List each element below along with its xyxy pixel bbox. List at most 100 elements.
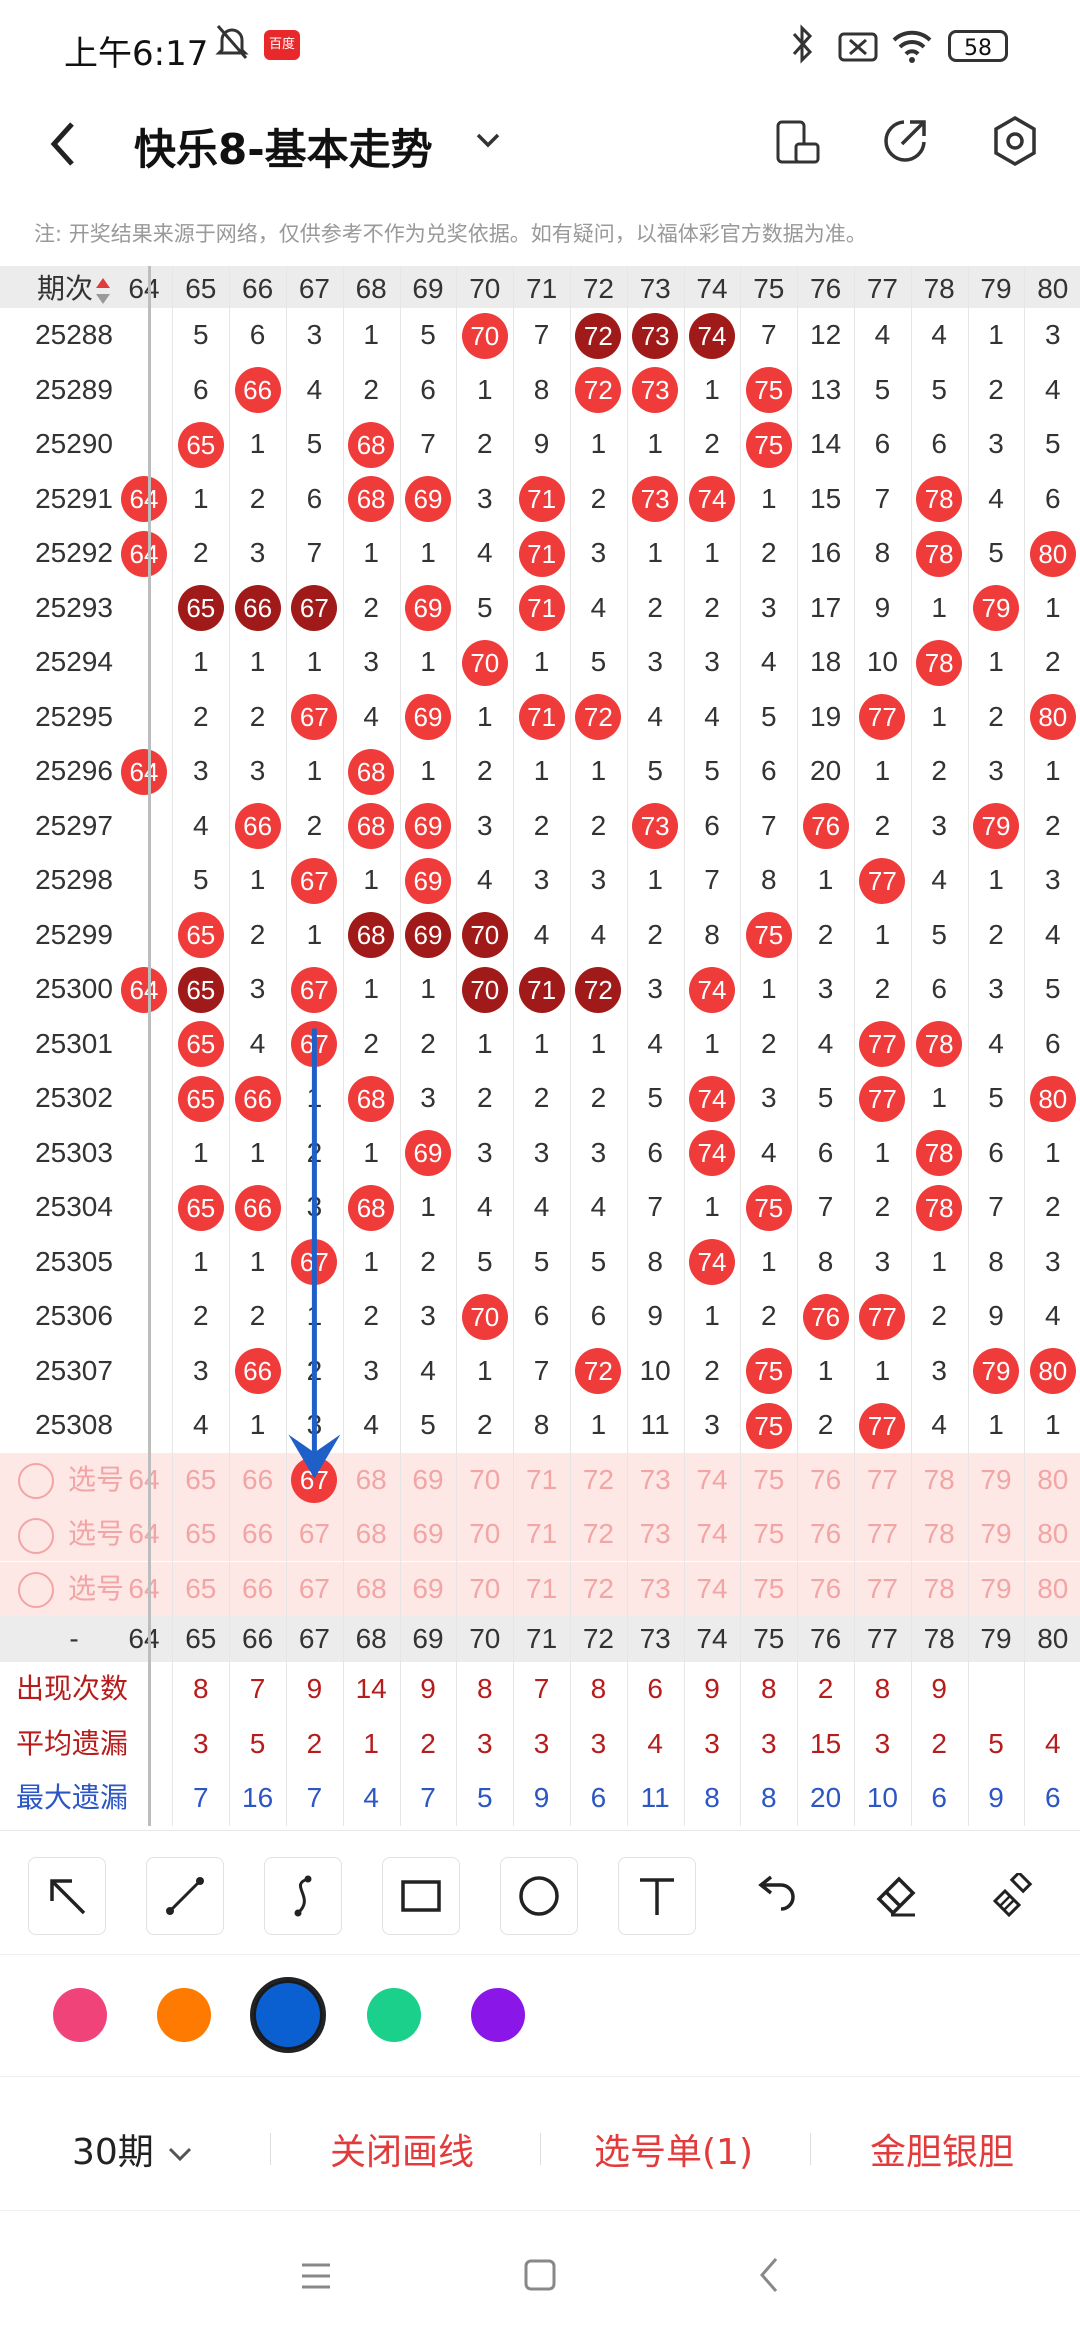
table-cell[interactable] — [116, 417, 172, 471]
table-cell[interactable]: 70 — [457, 1289, 513, 1343]
table-cell[interactable]: 79 — [968, 799, 1024, 853]
table-cell[interactable]: 3 — [968, 744, 1024, 798]
table-cell[interactable]: 1 — [400, 635, 456, 689]
table-cell[interactable]: 66 — [230, 1507, 286, 1561]
table-cell[interactable] — [116, 308, 172, 362]
table-cell[interactable]: 68 — [343, 1180, 399, 1234]
table-cell[interactable]: 1 — [570, 1017, 626, 1071]
table-cell[interactable]: 80 — [1025, 1562, 1080, 1616]
table-cell[interactable]: 1 — [286, 1071, 342, 1125]
table-cell[interactable]: 1 — [854, 1126, 910, 1180]
table-cell[interactable]: 3 — [741, 1071, 797, 1125]
table-cell[interactable]: 1 — [798, 1344, 854, 1398]
table-cell[interactable]: 71 — [514, 472, 570, 526]
table-cell[interactable]: 6 — [911, 417, 967, 471]
table-cell[interactable]: 1 — [343, 308, 399, 362]
table-cell[interactable]: 72 — [570, 363, 626, 417]
table-cell[interactable]: 1 — [798, 853, 854, 907]
table-cell[interactable]: 4 — [1025, 1717, 1080, 1771]
table-cell[interactable]: 2 — [1025, 1180, 1080, 1234]
selection-row[interactable]: 选号 64 65 66 67 68 69 70 71 72 73 74 75 76 77 78 79 80 — [0, 1561, 1080, 1616]
table-cell[interactable]: 78 — [911, 1180, 967, 1234]
table-cell[interactable]: 8 — [514, 363, 570, 417]
table-cell[interactable]: 67 — [286, 962, 342, 1016]
table-cell[interactable]: 2 — [570, 472, 626, 526]
table-cell[interactable]: 3 — [173, 1344, 229, 1398]
table-cell[interactable]: 9 — [514, 1771, 570, 1825]
table-cell[interactable]: 1 — [400, 744, 456, 798]
table-cell[interactable]: 4 — [570, 908, 626, 962]
table-cell[interactable]: 2 — [911, 1717, 967, 1771]
table-cell[interactable]: 6 — [627, 1662, 683, 1716]
close-drawing-button[interactable]: 关闭画线 — [330, 2123, 474, 2175]
table-cell[interactable]: 67 — [286, 1017, 342, 1071]
table-cell[interactable]: 1 — [514, 1017, 570, 1071]
table-cell[interactable]: 5 — [400, 308, 456, 362]
table-cell[interactable]: 15 — [798, 472, 854, 526]
table-cell[interactable]: 2 — [741, 1017, 797, 1071]
table-cell[interactable]: 4 — [911, 1398, 967, 1452]
table-cell[interactable]: 73 — [627, 1507, 683, 1561]
table-cell[interactable]: 65 — [173, 1616, 229, 1662]
table-cell[interactable]: 2 — [684, 581, 740, 635]
table-cell[interactable]: 2 — [173, 526, 229, 580]
table-cell[interactable]: 3 — [684, 1717, 740, 1771]
table-cell[interactable]: 67 — [286, 1507, 342, 1561]
table-cell[interactable]: 2 — [286, 1344, 342, 1398]
table-cell[interactable]: 7 — [968, 1180, 1024, 1234]
table-cell[interactable]: 1 — [741, 1235, 797, 1289]
table-cell[interactable]: 64 — [116, 266, 172, 312]
table-cell[interactable]: 2 — [230, 690, 286, 744]
table-cell[interactable]: 6 — [798, 1126, 854, 1180]
table-cell[interactable]: 1 — [343, 1235, 399, 1289]
table-cell[interactable]: 66 — [230, 1344, 286, 1398]
table-cell[interactable]: 71 — [514, 581, 570, 635]
table-cell[interactable]: 1 — [400, 1180, 456, 1234]
table-cell[interactable]: 2 — [286, 1717, 342, 1771]
table-cell[interactable]: 77 — [854, 1289, 910, 1343]
table-cell[interactable]: 75 — [741, 1180, 797, 1234]
table-cell[interactable]: 69 — [400, 1616, 456, 1662]
table-cell[interactable]: 65 — [173, 1071, 229, 1125]
table-cell[interactable]: 17 — [798, 581, 854, 635]
color-swatch[interactable] — [157, 1988, 211, 2042]
table-cell[interactable]: 4 — [798, 1017, 854, 1071]
table-cell[interactable]: 64 — [116, 962, 172, 1016]
rectangle-tool-button[interactable] — [382, 1857, 460, 1935]
table-cell[interactable]: 4 — [457, 1180, 513, 1234]
table-cell[interactable]: 65 — [173, 1017, 229, 1071]
table-cell[interactable]: 1 — [684, 526, 740, 580]
table-cell[interactable] — [1025, 1662, 1080, 1716]
table-cell[interactable]: 8 — [741, 1771, 797, 1825]
table-cell[interactable]: 79 — [968, 1507, 1024, 1561]
table-cell[interactable]: 5 — [854, 363, 910, 417]
table-cell[interactable]: 71 — [514, 266, 570, 312]
line-tool-button[interactable] — [146, 1857, 224, 1935]
color-swatch[interactable] — [367, 1988, 421, 2042]
table-cell[interactable]: 1 — [684, 1289, 740, 1343]
table-cell[interactable]: 2 — [627, 581, 683, 635]
table-cell[interactable]: 4 — [854, 308, 910, 362]
table-cell[interactable]: 69 — [400, 1507, 456, 1561]
table-cell[interactable]: 8 — [684, 908, 740, 962]
table-cell[interactable]: 1 — [343, 1717, 399, 1771]
table-cell[interactable]: 66 — [230, 1071, 286, 1125]
table-cell[interactable]: 74 — [684, 962, 740, 1016]
table-cell[interactable]: 5 — [286, 417, 342, 471]
table-cell[interactable]: 64 — [116, 526, 172, 580]
table-cell[interactable]: 80 — [1025, 1507, 1080, 1561]
table-cell[interactable]: 8 — [741, 1662, 797, 1716]
period-select[interactable]: 30期 — [72, 2123, 195, 2175]
table-cell[interactable]: 73 — [627, 266, 683, 312]
table-cell[interactable]: 4 — [173, 799, 229, 853]
table-cell[interactable]: 67 — [286, 690, 342, 744]
table-cell[interactable]: 2 — [798, 908, 854, 962]
table-cell[interactable]: 3 — [627, 635, 683, 689]
table-cell[interactable]: 9 — [627, 1289, 683, 1343]
table-cell[interactable]: 7 — [514, 1344, 570, 1398]
table-cell[interactable]: 1 — [684, 363, 740, 417]
table-cell[interactable]: 64 — [116, 1616, 172, 1662]
table-cell[interactable]: 68 — [343, 472, 399, 526]
table-cell[interactable]: 2 — [343, 1017, 399, 1071]
table-cell[interactable]: 69 — [400, 1126, 456, 1180]
